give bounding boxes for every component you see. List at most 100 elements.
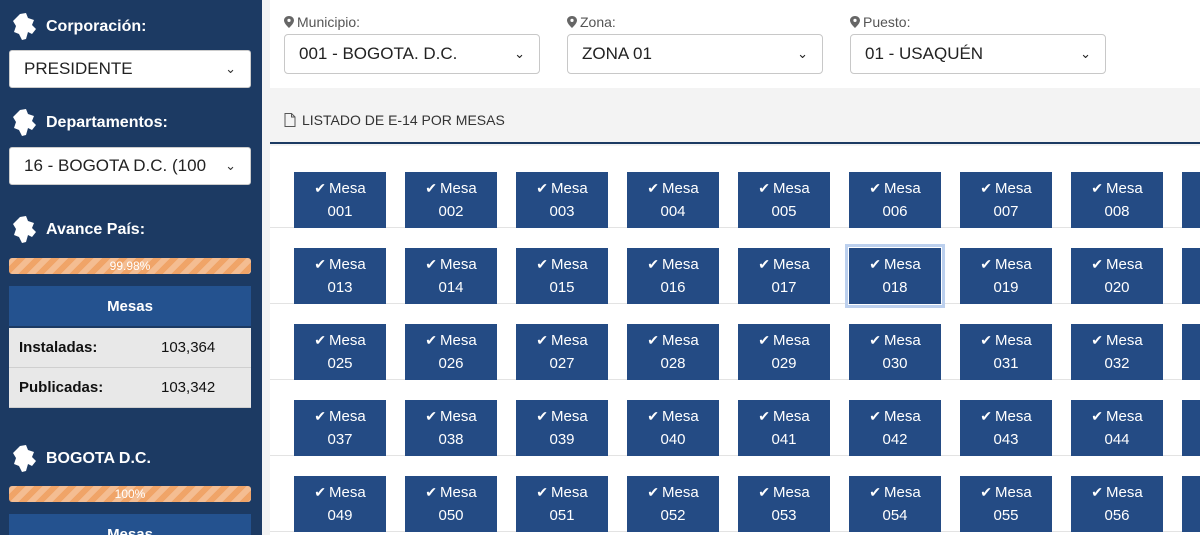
- mesa-button[interactable]: ✔ Mesa 003: [516, 172, 608, 228]
- departamentos-select[interactable]: 16 - BOGOTA D.C. (100 ⌄: [9, 147, 251, 185]
- mesa-number: 027: [549, 355, 575, 372]
- mesa-button[interactable]: ✔ Mesa 018: [845, 244, 945, 308]
- mesa-button[interactable]: ✔ Mesa 013: [294, 248, 386, 304]
- mesa-button[interactable]: ✔ Mesa 039: [516, 400, 608, 456]
- check-icon: ✔: [758, 180, 771, 196]
- check-icon: ✔: [758, 256, 771, 272]
- mesa-label: ✔ Mesa: [294, 405, 386, 428]
- mesa-button[interactable]: ✔ Mesa 025: [294, 324, 386, 380]
- mesa-button[interactable]: ✔ Mesa 041: [738, 400, 830, 456]
- mesa-button[interactable]: ✔ Mesa 032: [1071, 324, 1163, 380]
- publicadas-row: Publicadas: 103,342: [9, 368, 251, 408]
- corporacion-label: Corporación:: [46, 18, 147, 35]
- mesa-button[interactable]: ✔ Mesa 054: [849, 476, 941, 532]
- mesa-button[interactable]: ✔ Mesa 052: [627, 476, 719, 532]
- mesa-label: ✔ Mesa: [627, 177, 719, 200]
- mesa-label: ✔ Mesa: [294, 481, 386, 504]
- mesa-button[interactable]: ✔ Mesa 049: [294, 476, 386, 532]
- mesa-button[interactable]: ✔ Mesa 007: [960, 172, 1052, 228]
- check-icon: ✔: [536, 484, 549, 500]
- mesa-number: 039: [549, 431, 575, 448]
- check-icon: ✔: [647, 408, 660, 424]
- map-pin-icon: [850, 16, 860, 28]
- check-icon: ✔: [869, 256, 882, 272]
- region-mesas-header: Mesas: [9, 514, 251, 535]
- mesa-button[interactable]: ✔ Mesa 008: [1071, 172, 1163, 228]
- mesa-button[interactable]: ✔ Mesa 050: [405, 476, 497, 532]
- mesa-label-text: Mesa: [440, 484, 477, 501]
- mesa-button-partial[interactable]: [1182, 400, 1200, 456]
- mesa-label: ✔ Mesa: [960, 405, 1052, 428]
- mesa-button[interactable]: ✔ Mesa 044: [1071, 400, 1163, 456]
- mesa-button[interactable]: ✔ Mesa 002: [405, 172, 497, 228]
- mesa-label: ✔ Mesa: [1071, 253, 1163, 276]
- mesa-label: ✔ Mesa: [849, 177, 941, 200]
- mesa-button-partial[interactable]: [1182, 324, 1200, 380]
- mesa-button[interactable]: ✔ Mesa 051: [516, 476, 608, 532]
- mesa-button[interactable]: ✔ Mesa 042: [849, 400, 941, 456]
- mesa-button[interactable]: ✔ Mesa 030: [849, 324, 941, 380]
- chevron-down-icon: ⌄: [225, 61, 236, 76]
- check-icon: ✔: [425, 332, 438, 348]
- zona-value: ZONA 01: [582, 44, 652, 63]
- mesa-label: ✔ Mesa: [405, 405, 497, 428]
- mesa-number: 018: [882, 279, 908, 296]
- mesa-label: ✔ Mesa: [405, 329, 497, 352]
- mesa-label: ✔ Mesa: [405, 481, 497, 504]
- mesa-button-partial[interactable]: [1182, 248, 1200, 304]
- avance-heading: Avance País:: [10, 215, 145, 245]
- colombia-map-icon: [13, 216, 36, 243]
- mesa-button-partial[interactable]: [1182, 476, 1200, 532]
- zona-select[interactable]: ZONA 01 ⌄: [567, 34, 823, 74]
- mesa-button[interactable]: ✔ Mesa 056: [1071, 476, 1163, 532]
- mesa-button[interactable]: ✔ Mesa 037: [294, 400, 386, 456]
- mesa-label-text: Mesa: [662, 484, 699, 501]
- mesa-label: ✔ Mesa: [960, 329, 1052, 352]
- mesa-button[interactable]: ✔ Mesa 026: [405, 324, 497, 380]
- mesa-number: 056: [1104, 507, 1130, 524]
- mesa-button[interactable]: ✔ Mesa 027: [516, 324, 608, 380]
- mesa-button[interactable]: ✔ Mesa 001: [294, 172, 386, 228]
- mesa-button[interactable]: ✔ Mesa 028: [627, 324, 719, 380]
- mesas-header: Mesas: [9, 286, 251, 326]
- mesa-button[interactable]: ✔ Mesa 020: [1071, 248, 1163, 304]
- mesa-button[interactable]: ✔ Mesa 055: [960, 476, 1052, 532]
- mesa-label-text: Mesa: [995, 332, 1032, 349]
- puesto-select[interactable]: 01 - USAQUÉN ⌄: [850, 34, 1106, 74]
- mesa-button[interactable]: ✔ Mesa 038: [405, 400, 497, 456]
- municipio-select[interactable]: 001 - BOGOTA. D.C. ⌄: [284, 34, 540, 74]
- mesa-button[interactable]: ✔ Mesa 004: [627, 172, 719, 228]
- mesa-number: 055: [993, 507, 1019, 524]
- mesa-button[interactable]: ✔ Mesa 019: [960, 248, 1052, 304]
- mesa-label-text: Mesa: [773, 256, 810, 273]
- mesa-button[interactable]: ✔ Mesa 043: [960, 400, 1052, 456]
- mesa-label-text: Mesa: [884, 484, 921, 501]
- sidebar: Corporación: PRESIDENTE ⌄ Departamentos:…: [0, 0, 262, 535]
- region-progress-bar: 100%: [9, 486, 251, 502]
- mesa-button[interactable]: ✔ Mesa 005: [738, 172, 830, 228]
- mesa-label-text: Mesa: [995, 408, 1032, 425]
- check-icon: ✔: [425, 180, 438, 196]
- mesa-button[interactable]: ✔ Mesa 016: [627, 248, 719, 304]
- check-icon: ✔: [758, 484, 771, 500]
- mesa-button[interactable]: ✔ Mesa 014: [405, 248, 497, 304]
- corporacion-value: PRESIDENTE: [24, 59, 133, 78]
- mesa-button[interactable]: ✔ Mesa 015: [516, 248, 608, 304]
- mesa-number: 043: [993, 431, 1019, 448]
- mesa-number: 005: [771, 203, 797, 220]
- mesa-button[interactable]: ✔ Mesa 006: [849, 172, 941, 228]
- check-icon: ✔: [1091, 180, 1104, 196]
- check-icon: ✔: [758, 408, 771, 424]
- mesa-button[interactable]: ✔ Mesa 040: [627, 400, 719, 456]
- region-label: BOGOTA D.C.: [46, 450, 151, 467]
- mesa-button[interactable]: ✔ Mesa 053: [738, 476, 830, 532]
- mesa-number: 019: [993, 279, 1019, 296]
- mesa-button[interactable]: ✔ Mesa 017: [738, 248, 830, 304]
- mesa-label: ✔ Mesa: [738, 253, 830, 276]
- mesa-button[interactable]: ✔ Mesa 029: [738, 324, 830, 380]
- mesa-label-text: Mesa: [551, 484, 588, 501]
- mesa-button[interactable]: ✔ Mesa 031: [960, 324, 1052, 380]
- mesa-label: ✔ Mesa: [849, 329, 941, 352]
- corporacion-select[interactable]: PRESIDENTE ⌄: [9, 50, 251, 88]
- mesa-button-partial[interactable]: [1182, 172, 1200, 228]
